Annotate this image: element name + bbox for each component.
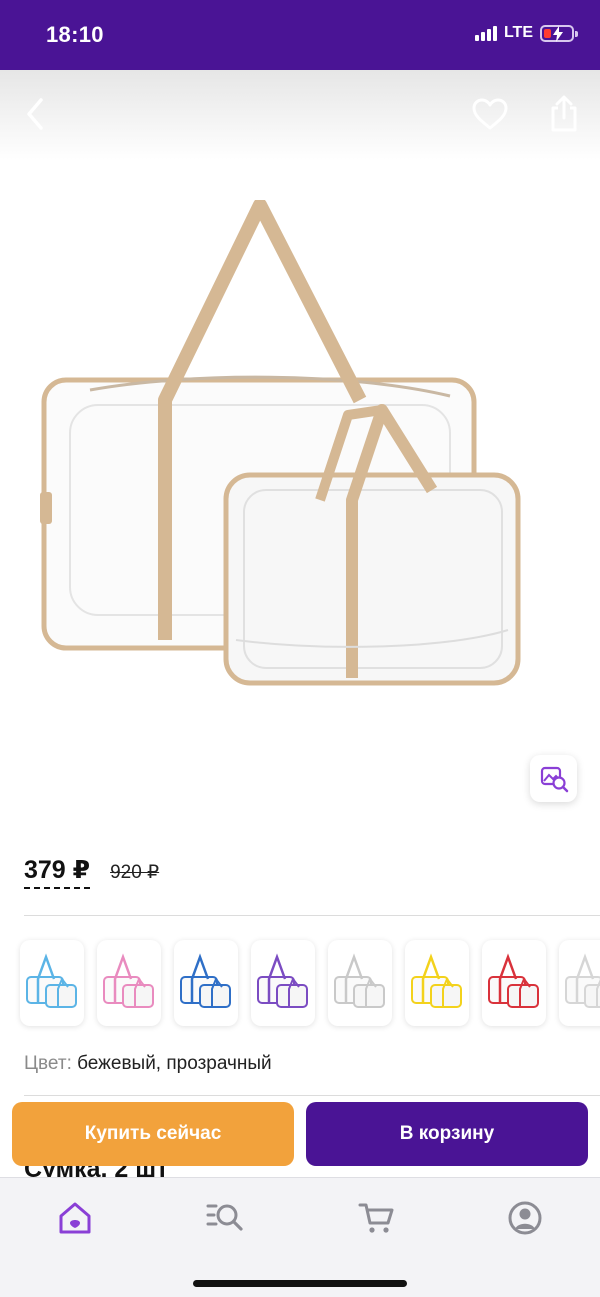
color-variant-pink[interactable] — [97, 940, 161, 1026]
color-variant-white[interactable] — [328, 940, 392, 1026]
catalog-search-icon — [206, 1204, 243, 1231]
action-bar: Купить сейчас В корзину — [0, 1100, 600, 1170]
color-variant-red[interactable] — [482, 940, 546, 1026]
image-search-icon — [540, 766, 568, 792]
tab-home[interactable] — [53, 1196, 97, 1240]
variant-thumbnail — [103, 953, 154, 1008]
color-variant-blue[interactable] — [20, 940, 84, 1026]
tab-profile[interactable] — [503, 1196, 547, 1240]
color-value: бежевый, прозрачный — [77, 1053, 272, 1074]
profile-icon — [508, 1201, 542, 1235]
favorite-button[interactable] — [468, 92, 512, 136]
heart-outline-icon — [472, 98, 508, 130]
cellular-signal-icon — [474, 25, 497, 41]
home-indicator[interactable] — [193, 1280, 407, 1287]
color-variant-yellow[interactable] — [405, 940, 469, 1026]
price-row: 379 ₽ 920 ₽ — [24, 855, 159, 889]
back-button[interactable] — [14, 92, 58, 136]
variant-thumbnail — [411, 953, 462, 1008]
variant-thumbnail — [26, 953, 77, 1008]
product-gallery[interactable] — [0, 70, 600, 825]
variant-thumbnail — [488, 953, 539, 1008]
old-price: 920 ₽ — [110, 862, 160, 883]
variant-thumbnail — [334, 953, 385, 1008]
tab-cart[interactable] — [355, 1196, 399, 1240]
tab-bar — [0, 1177, 600, 1297]
network-type: LTE — [503, 24, 533, 41]
home-icon — [59, 1202, 91, 1234]
color-variants — [20, 940, 600, 1026]
share-button[interactable] — [542, 92, 586, 136]
buy-now-button[interactable]: Купить сейчас — [12, 1102, 294, 1166]
color-label: Цвет: — [24, 1053, 72, 1074]
cart-icon — [358, 1203, 394, 1233]
add-to-cart-button[interactable]: В корзину — [306, 1102, 588, 1166]
photo-search-button[interactable] — [530, 755, 577, 802]
variant-thumbnail — [565, 953, 600, 1008]
variant-thumbnail — [257, 953, 308, 1008]
variant-thumbnail — [180, 953, 231, 1008]
divider — [24, 915, 600, 916]
tab-catalog[interactable] — [203, 1196, 247, 1240]
status-indicators: LTE — [474, 24, 578, 42]
color-variant-dark-blue[interactable] — [174, 940, 238, 1026]
color-variant-purple[interactable] — [251, 940, 315, 1026]
color-info: Цвет: бежевый, прозрачный — [24, 1053, 272, 1075]
current-price[interactable]: 379 ₽ — [24, 855, 91, 889]
color-variant-grey[interactable] — [559, 940, 600, 1026]
status-time: 18:10 — [46, 22, 104, 47]
share-icon — [551, 95, 577, 132]
divider — [24, 1095, 600, 1096]
chevron-left-icon — [27, 98, 43, 130]
product-photo — [40, 200, 521, 686]
battery-icon — [540, 24, 578, 42]
status-bar: 18:10 LTE — [0, 0, 600, 70]
